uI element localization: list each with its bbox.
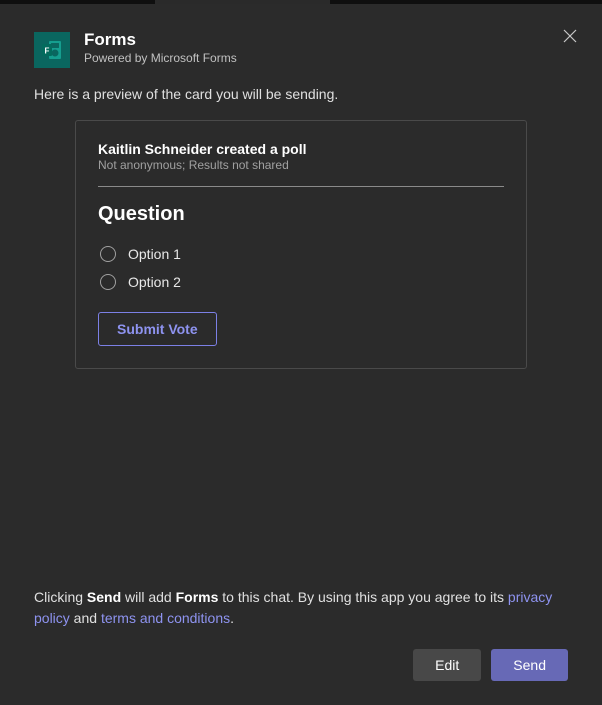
footer-text-part: Clicking [34, 589, 87, 605]
close-button[interactable] [558, 24, 582, 48]
close-icon [563, 29, 577, 43]
preview-description: Here is a preview of the card you will b… [34, 86, 568, 102]
poll-option-label: Option 1 [128, 246, 181, 262]
footer-text-part: and [70, 610, 101, 626]
poll-creator-line: Kaitlin Schneider created a poll [98, 141, 504, 157]
footer-bold-forms: Forms [176, 589, 219, 605]
footer-text-part: . [230, 610, 234, 626]
poll-question: Question [98, 203, 504, 226]
poll-option-label: Option 2 [128, 274, 181, 290]
poll-option[interactable]: Option 1 [98, 240, 504, 268]
footer-bold-send: Send [87, 589, 121, 605]
footer-text-part: to this chat. By using this app you agre… [218, 589, 508, 605]
edit-button[interactable]: Edit [413, 649, 481, 681]
svg-text:F: F [45, 47, 50, 56]
poll-meta: Not anonymous; Results not shared [98, 158, 504, 172]
footer-text-part: will add [121, 589, 175, 605]
terms-conditions-link[interactable]: terms and conditions [101, 610, 230, 626]
forms-app-icon: F [34, 32, 70, 68]
dialog-header: F Forms Powered by Microsoft Forms [34, 30, 568, 68]
spacer [34, 369, 568, 587]
dialog-title: Forms [84, 30, 237, 50]
dialog-button-row: Edit Send [34, 649, 568, 681]
submit-vote-button[interactable]: Submit Vote [98, 312, 217, 346]
forms-preview-dialog: F Forms Powered by Microsoft Forms Here … [0, 4, 602, 705]
send-button[interactable]: Send [491, 649, 568, 681]
card-divider [98, 186, 504, 187]
poll-option[interactable]: Option 2 [98, 268, 504, 296]
radio-icon [100, 274, 116, 290]
dialog-subtitle: Powered by Microsoft Forms [84, 51, 237, 65]
footer-disclaimer: Clicking Send will add Forms to this cha… [34, 587, 568, 629]
radio-icon [100, 246, 116, 262]
poll-preview-card: Kaitlin Schneider created a poll Not ano… [75, 120, 527, 369]
header-text: Forms Powered by Microsoft Forms [84, 30, 237, 65]
